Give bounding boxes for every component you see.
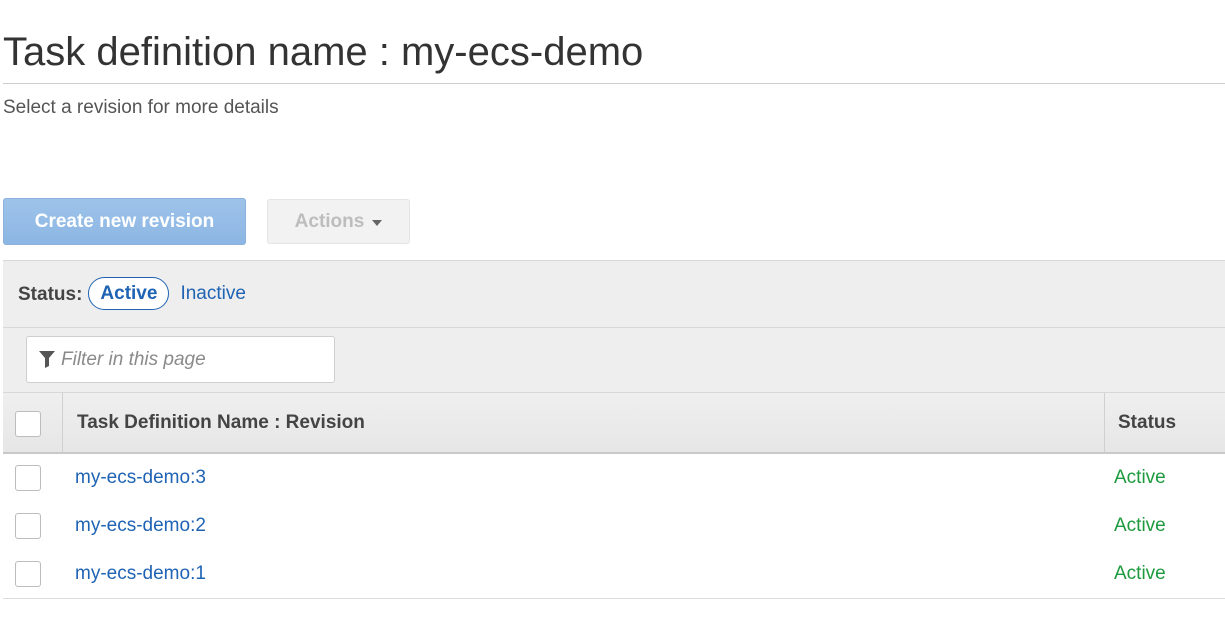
row-status: Active: [1114, 563, 1166, 584]
create-new-revision-button[interactable]: Create new revision: [3, 198, 246, 245]
page-subtitle: Select a revision for more details: [3, 97, 279, 118]
row-status: Active: [1114, 467, 1166, 488]
revision-link[interactable]: my-ecs-demo:1: [75, 563, 206, 585]
status-filter-bar: Status: Active Inactive: [3, 261, 1225, 328]
column-divider: [1104, 393, 1105, 455]
page-title: Task definition name : my-ecs-demo: [3, 30, 644, 74]
title-divider: [3, 83, 1225, 84]
revision-link[interactable]: my-ecs-demo:2: [75, 515, 206, 537]
row-checkbox[interactable]: [15, 465, 41, 491]
column-header-status[interactable]: Status: [1118, 412, 1176, 434]
column-header-name[interactable]: Task Definition Name : Revision: [77, 412, 365, 434]
status-label: Status:: [18, 283, 83, 305]
revisions-panel: Status: Active Inactive Task Definition …: [3, 260, 1225, 455]
select-all-cell: [3, 393, 63, 455]
status-inactive-link[interactable]: Inactive: [180, 283, 245, 305]
table-row: my-ecs-demo:3 Active: [3, 454, 1225, 503]
row-checkbox[interactable]: [15, 561, 41, 587]
row-status: Active: [1114, 515, 1166, 536]
select-all-checkbox[interactable]: [15, 411, 41, 437]
filter-input[interactable]: [61, 348, 321, 371]
table-row: my-ecs-demo:1 Active: [3, 550, 1225, 599]
actions-label: Actions: [294, 210, 365, 232]
table-header: Task Definition Name : Revision Status: [3, 392, 1225, 455]
row-checkbox[interactable]: [15, 513, 41, 539]
status-active-pill[interactable]: Active: [88, 277, 170, 310]
create-new-revision-label: Create new revision: [34, 210, 215, 232]
actions-dropdown-button[interactable]: Actions: [267, 199, 410, 244]
table-row: my-ecs-demo:2 Active: [3, 502, 1225, 551]
filter-funnel-icon: [39, 351, 55, 368]
caret-down-icon: [372, 219, 383, 226]
filter-box: [26, 336, 335, 383]
revision-link[interactable]: my-ecs-demo:3: [75, 467, 206, 489]
